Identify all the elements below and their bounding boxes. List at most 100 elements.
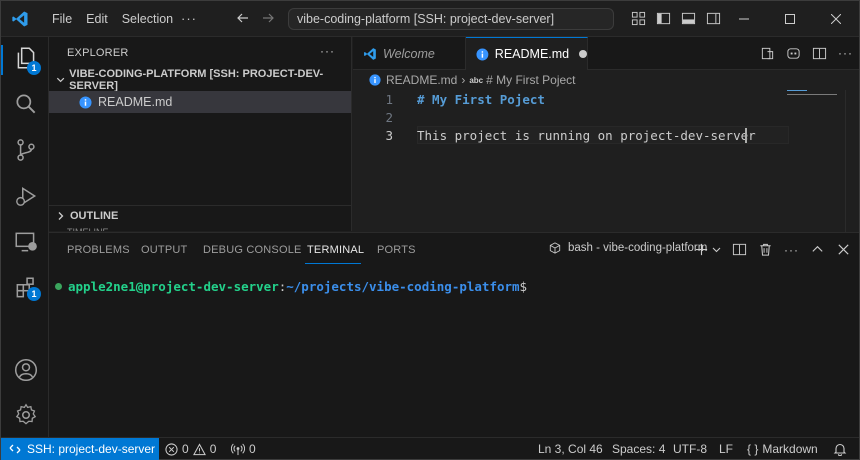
toggle-secondary-sidebar-icon[interactable] [706, 11, 721, 26]
close-icon[interactable] [836, 242, 851, 257]
run-debug-icon[interactable] [13, 183, 39, 209]
file-item-label: README.md [98, 95, 173, 109]
file-item-readme[interactable]: README.md [49, 91, 351, 113]
menu-edit[interactable]: Edit [79, 1, 115, 37]
ports-count: 0 [249, 442, 256, 456]
editor-scrollbar[interactable] [845, 90, 859, 232]
ports-status[interactable]: 0 [231, 438, 256, 460]
breadcrumb-symbol[interactable]: # My First Poject [486, 73, 575, 87]
line-number: 3 [385, 128, 393, 143]
split-terminal-icon[interactable] [732, 242, 747, 257]
tab-ports[interactable]: PORTS [377, 244, 416, 256]
panel-more-button[interactable]: ··· [784, 243, 799, 257]
search-icon[interactable] [13, 91, 39, 117]
menu-file[interactable]: File [45, 1, 79, 37]
toggle-panel-icon[interactable] [681, 11, 696, 26]
activity-bar: 1 1 [1, 37, 49, 437]
tab-debug-console[interactable]: DEBUG CONSOLE [203, 244, 302, 256]
info-icon [79, 95, 92, 109]
vscode-icon [364, 47, 376, 60]
language-label: Markdown [762, 442, 818, 456]
arrow-left-icon[interactable] [235, 10, 251, 26]
remote-icon [9, 444, 21, 454]
problems-status[interactable]: 0 0 [165, 438, 216, 460]
bell-icon[interactable] [833, 442, 847, 456]
settings-gear-icon[interactable] [13, 402, 39, 428]
tab-terminal[interactable]: TERMINAL [307, 244, 364, 256]
code-line[interactable]: This project is running on project-dev-s… [417, 128, 756, 143]
language-mode[interactable]: { } Markdown [747, 438, 818, 460]
menu-more-button[interactable]: ··· [181, 11, 197, 26]
line-number: 2 [385, 110, 393, 125]
outline-section[interactable]: OUTLINE [49, 205, 351, 225]
minimap[interactable] [787, 90, 843, 106]
minimize-button[interactable] [721, 1, 767, 37]
close-window-button[interactable] [813, 1, 859, 37]
cursor-position[interactable]: Ln 3, Col 46 [538, 438, 603, 460]
chevron-down-icon [56, 77, 65, 83]
customize-layout-icon[interactable] [631, 11, 646, 26]
breadcrumb-file[interactable]: README.md [386, 73, 457, 87]
error-icon [165, 442, 178, 456]
breadcrumb: README.md › abc # My First Poject [353, 70, 859, 90]
panel-actions: ··· [694, 242, 851, 257]
terminal-selector[interactable]: bash - vibe-coding-platform [549, 242, 707, 254]
editor-actions: ··· [760, 46, 853, 61]
tab-readme[interactable]: README.md [466, 37, 588, 70]
trash-icon[interactable] [758, 242, 773, 257]
explorer-sidebar: EXPLORER ··· VIBE-CODING-PLATFORM [SSH: … [49, 37, 352, 231]
editor-more-button[interactable]: ··· [838, 46, 853, 61]
code-line[interactable]: # My First Poject [417, 92, 545, 107]
braces-icon: { } [747, 442, 759, 456]
account-icon[interactable] [13, 357, 39, 383]
workspace-folder[interactable]: VIBE-CODING-PLATFORM [SSH: PROJECT-DEV-S… [49, 68, 351, 92]
sidebar-more-button[interactable]: ··· [320, 44, 335, 58]
source-control-icon[interactable] [13, 137, 39, 163]
vscode-logo-icon[interactable] [11, 10, 29, 28]
tab-output[interactable]: OUTPUT [141, 244, 187, 256]
chevron-down-icon[interactable] [712, 242, 721, 257]
indentation[interactable]: Spaces: 4 [612, 438, 665, 460]
remote-label: SSH: project-dev-server [27, 442, 156, 456]
editor-tabs: Welcome README.md ··· [353, 37, 859, 70]
end-of-line[interactable]: LF [719, 438, 733, 460]
warning-icon [192, 442, 206, 455]
tab-welcome-label: Welcome [383, 46, 435, 61]
terminal[interactable]: apple2ne1@project-dev-server: ~/projects/… [49, 277, 859, 437]
tab-problems[interactable]: PROBLEMS [67, 244, 130, 256]
open-preview-icon[interactable] [760, 46, 775, 61]
line-number: 1 [385, 92, 393, 107]
extensions-badge: 1 [27, 287, 41, 301]
encoding[interactable]: UTF-8 [673, 438, 707, 460]
terminal-prompt-line: apple2ne1@project-dev-server: ~/projects/… [55, 279, 527, 294]
prompt-dollar: $ [519, 279, 528, 294]
string-symbol-icon: abc [469, 75, 484, 85]
outline-label: OUTLINE [70, 209, 119, 222]
command-center-search[interactable]: vibe-coding-platform [SSH: project-dev-s… [288, 8, 614, 30]
tab-welcome[interactable]: Welcome [353, 37, 466, 70]
remote-indicator[interactable]: SSH: project-dev-server [1, 438, 159, 460]
status-bar: SSH: project-dev-server 0 0 0 Ln 3, Col … [1, 437, 859, 460]
tab-readme-label: README.md [494, 47, 570, 61]
split-editor-icon[interactable] [812, 46, 827, 61]
maximize-panel-icon[interactable] [810, 242, 825, 257]
chevron-right-icon: › [461, 73, 466, 87]
toggle-primary-sidebar-icon[interactable] [656, 11, 671, 26]
remote-explorer-icon[interactable] [13, 229, 39, 255]
prompt-colon: : [278, 279, 287, 294]
menu-selection[interactable]: Selection [115, 1, 180, 37]
plus-icon[interactable] [694, 242, 709, 257]
unsaved-dot-icon[interactable] [579, 50, 587, 58]
active-tab-underline [305, 263, 361, 264]
arrow-right-icon[interactable] [260, 10, 276, 26]
prompt-user-host: apple2ne1@project-dev-server [68, 279, 279, 294]
broadcast-icon [231, 443, 245, 455]
chevron-right-icon [58, 211, 64, 220]
maximize-button[interactable] [767, 1, 813, 37]
explorer-badge: 1 [27, 61, 41, 75]
copilot-chat-icon[interactable] [786, 46, 801, 61]
timeline-section[interactable]: TIMELINE [67, 227, 109, 231]
maximize-icon [785, 14, 795, 24]
error-count: 0 [182, 442, 189, 456]
code-editor[interactable]: 1 2 3 # My First Poject This project is … [353, 90, 859, 232]
